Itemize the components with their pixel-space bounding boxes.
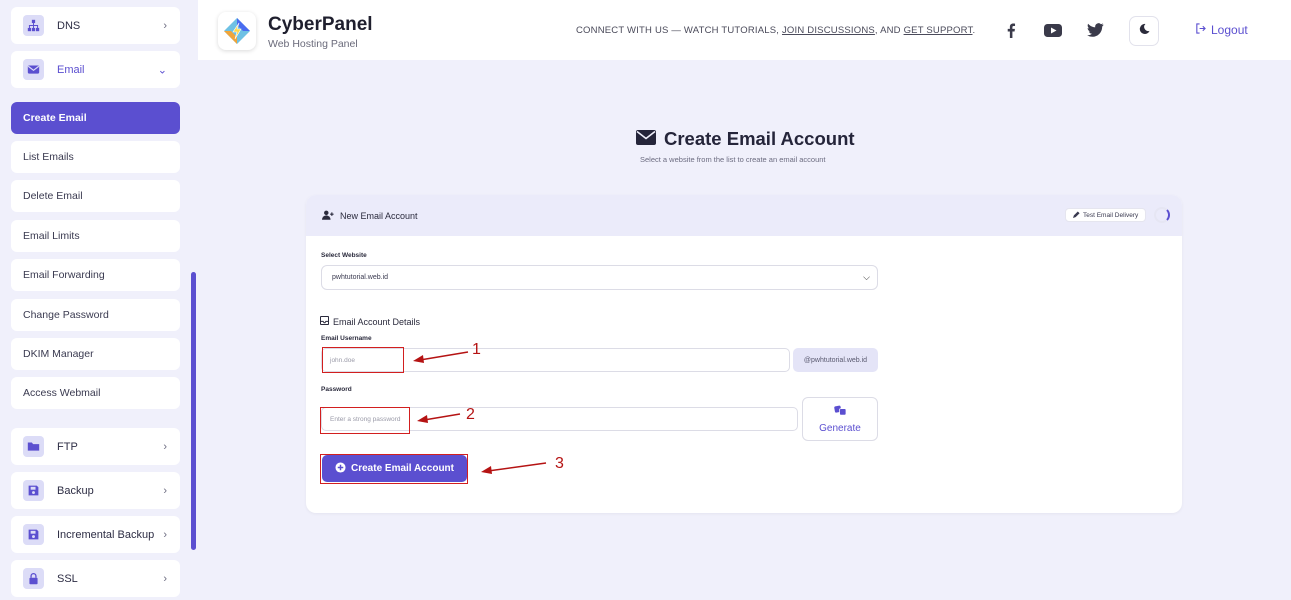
generate-label: Generate <box>819 422 861 434</box>
card-title-text: New Email Account <box>340 211 418 221</box>
page-title: Create Email Account <box>636 128 855 150</box>
pencil-icon <box>1073 210 1080 220</box>
twitter-icon[interactable] <box>1085 20 1105 40</box>
dice-icon <box>833 405 847 419</box>
inbox-icon <box>319 315 330 327</box>
envelope-icon <box>23 59 44 80</box>
email-details-title-text: Email Account Details <box>333 316 421 327</box>
sidebar-subitem-label: Create Email <box>23 112 87 124</box>
card-header: New Email Account Test Email Delivery <box>306 195 1182 236</box>
sidebar-subitem-label: Access Webmail <box>23 387 101 399</box>
sidebar-subitem-access-webmail[interactable]: Access Webmail <box>11 377 180 409</box>
annotation-box-create <box>320 454 468 484</box>
sidebar-subitem-email-limits[interactable]: Email Limits <box>11 220 180 252</box>
chevron-down-icon: ⌄ <box>157 64 167 76</box>
logout-icon <box>1195 23 1206 37</box>
join-discussions-link[interactable]: JOIN DISCUSSIONS <box>782 25 875 36</box>
sidebar-subitem-email-forwarding[interactable]: Email Forwarding <box>11 259 180 291</box>
card-title: New Email Account <box>322 210 418 222</box>
sidebar-subitem-label: Email Forwarding <box>23 269 105 281</box>
sidebar-item-label: SSL <box>57 572 78 585</box>
sidebar-subitem-label: Email Limits <box>23 230 80 242</box>
get-support-link[interactable]: GET SUPPORT <box>904 25 973 36</box>
annotation-number-1: 1 <box>472 341 481 358</box>
test-email-delivery-label: Test Email Delivery <box>1083 211 1139 219</box>
connect-text: CONNECT WITH US — WATCH TUTORIALS, <box>576 25 782 36</box>
loading-spinner <box>1154 207 1170 223</box>
test-email-delivery-button[interactable]: Test Email Delivery <box>1065 208 1147 222</box>
annotation-box-password <box>320 407 410 434</box>
sidebar-subitem-list-emails[interactable]: List Emails <box>11 141 180 173</box>
sidebar-item-dns[interactable]: DNS › <box>11 7 180 44</box>
generate-password-button[interactable]: Generate <box>802 397 878 441</box>
select-website-label: Select Website <box>321 252 367 259</box>
moon-icon <box>1139 22 1150 40</box>
annotation-number-3: 3 <box>555 455 564 472</box>
save-icon <box>23 524 44 545</box>
annotation-box-username <box>322 347 404 373</box>
sitemap-icon <box>23 15 44 36</box>
user-plus-icon <box>322 210 334 222</box>
sidebar: DNS › Email ⌄ Create Email List Emails D… <box>0 0 198 600</box>
theme-toggle-button[interactable] <box>1129 16 1159 46</box>
sidebar-scrollbar[interactable] <box>191 272 196 550</box>
annotation-number-2: 2 <box>466 406 475 423</box>
sidebar-item-label: Email <box>57 63 85 76</box>
chevron-right-icon: › <box>163 440 167 453</box>
sidebar-subitem-dkim-manager[interactable]: DKIM Manager <box>11 338 180 370</box>
top-header: CyberPanel Web Hosting Panel CONNECT WIT… <box>198 0 1291 60</box>
sidebar-item-label: FTP <box>57 440 78 453</box>
selected-website-value: pwhtutorial.web.id <box>332 274 389 281</box>
chevron-right-icon: › <box>163 572 167 585</box>
youtube-icon[interactable] <box>1043 20 1063 40</box>
brand-subtitle: Web Hosting Panel <box>268 38 358 50</box>
annotation-arrow-3 <box>481 462 547 474</box>
chevron-down-icon: ⌵ <box>863 272 870 282</box>
email-details-section-title: Email Account Details <box>319 315 421 327</box>
annotation-arrow-1 <box>413 351 469 363</box>
annotation-arrow-2 <box>417 413 461 423</box>
cyberpanel-logo <box>218 12 256 50</box>
sidebar-item-ssl[interactable]: SSL › <box>11 560 180 597</box>
chevron-right-icon: › <box>163 528 167 541</box>
sidebar-item-ftp[interactable]: FTP › <box>11 428 180 465</box>
facebook-icon[interactable] <box>1001 20 1021 40</box>
sidebar-subitem-create-email[interactable]: Create Email <box>11 102 180 134</box>
folder-icon <box>23 436 44 457</box>
chevron-right-icon: › <box>163 484 167 497</box>
sidebar-item-label: Backup <box>57 484 94 497</box>
connect-banner: CONNECT WITH US — WATCH TUTORIALS, JOIN … <box>576 25 975 36</box>
sidebar-subitem-delete-email[interactable]: Delete Email <box>11 180 180 212</box>
sidebar-subitem-label: Delete Email <box>23 190 83 202</box>
sidebar-item-label: Incremental Backup <box>57 528 155 541</box>
sidebar-item-incremental-backup[interactable]: Incremental Backup › <box>11 516 180 553</box>
logout-label: Logout <box>1211 23 1248 37</box>
email-username-label: Email Username <box>321 335 372 342</box>
lock-icon <box>23 568 44 589</box>
connect-text: . <box>972 25 976 36</box>
sidebar-subitem-change-password[interactable]: Change Password <box>11 299 180 331</box>
envelope-icon <box>636 128 656 150</box>
save-icon <box>23 480 44 501</box>
sidebar-subitem-label: List Emails <box>23 151 74 163</box>
password-label: Password <box>321 386 352 393</box>
logout-button[interactable]: Logout <box>1195 23 1248 37</box>
chevron-right-icon: › <box>163 19 167 32</box>
email-domain-suffix: @pwhtutorial.web.id <box>793 348 878 372</box>
connect-text: , AND <box>874 25 904 36</box>
brand-name: CyberPanel <box>268 14 373 35</box>
sidebar-subitem-label: DKIM Manager <box>23 348 94 360</box>
sidebar-subitem-label: Change Password <box>23 309 109 321</box>
sidebar-item-backup[interactable]: Backup › <box>11 472 180 509</box>
website-select[interactable]: pwhtutorial.web.id ⌵ <box>321 265 878 290</box>
sidebar-item-email[interactable]: Email ⌄ <box>11 51 180 88</box>
page-title-text: Create Email Account <box>664 128 855 149</box>
page-subtitle: Select a website from the list to create… <box>640 155 826 164</box>
sidebar-item-label: DNS <box>57 19 81 32</box>
